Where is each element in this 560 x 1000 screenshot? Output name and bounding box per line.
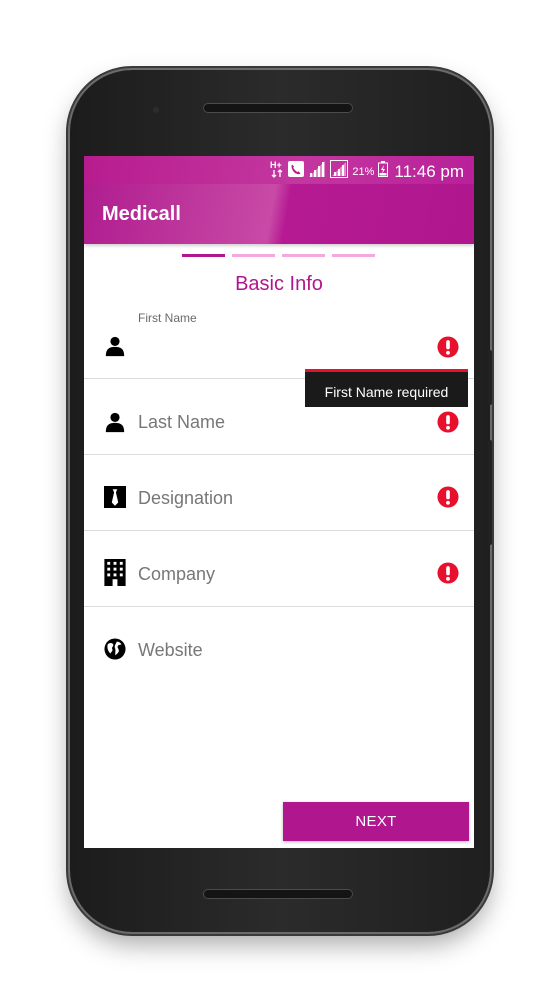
building-icon	[104, 559, 126, 586]
person-icon	[104, 335, 126, 357]
step-3	[282, 254, 325, 257]
app-title: Medicall	[102, 203, 181, 225]
first-name-input[interactable]	[138, 334, 408, 358]
volume-button	[488, 440, 492, 545]
top-speaker	[203, 103, 353, 113]
step-indicator	[182, 254, 375, 257]
error-icon[interactable]	[437, 562, 459, 584]
status-time: 11:46 pm	[394, 161, 464, 181]
battery-icon	[378, 161, 389, 182]
first-name-label: First Name	[138, 311, 197, 325]
step-2	[232, 254, 275, 257]
bottom-speaker	[203, 889, 353, 899]
call-icon	[288, 161, 305, 182]
error-icon[interactable]	[437, 411, 459, 433]
last-name-input[interactable]	[138, 409, 408, 435]
next-button[interactable]: NEXT	[283, 802, 469, 841]
battery-percent: 21%	[352, 165, 375, 178]
section-title: Basic Info	[235, 273, 323, 295]
svg-text:H+: H+	[270, 160, 282, 170]
first-name-field: First Name	[84, 306, 474, 378]
signal-icon	[330, 160, 349, 183]
tie-icon	[104, 486, 126, 508]
error-icon[interactable]	[437, 486, 459, 508]
website-field	[84, 607, 474, 682]
network-type-icon: H+	[270, 160, 284, 183]
front-camera	[153, 107, 159, 113]
error-icon[interactable]	[437, 336, 459, 358]
app-bar: Medicall	[84, 184, 474, 244]
designation-input[interactable]	[138, 485, 408, 511]
person-icon	[104, 411, 126, 433]
designation-field	[84, 455, 474, 530]
signal-icon	[308, 160, 326, 183]
company-input[interactable]	[138, 561, 408, 587]
error-tooltip: First Name required	[305, 369, 468, 407]
app-screen: H+ 21% 11:46 pm Medicall Basic Info Firs…	[84, 156, 474, 848]
step-1	[182, 254, 225, 257]
power-button	[488, 350, 492, 405]
globe-icon	[104, 638, 126, 660]
step-4	[332, 254, 375, 257]
company-field	[84, 531, 474, 606]
status-bar: H+ 21% 11:46 pm	[84, 156, 474, 184]
website-input[interactable]	[138, 637, 408, 663]
